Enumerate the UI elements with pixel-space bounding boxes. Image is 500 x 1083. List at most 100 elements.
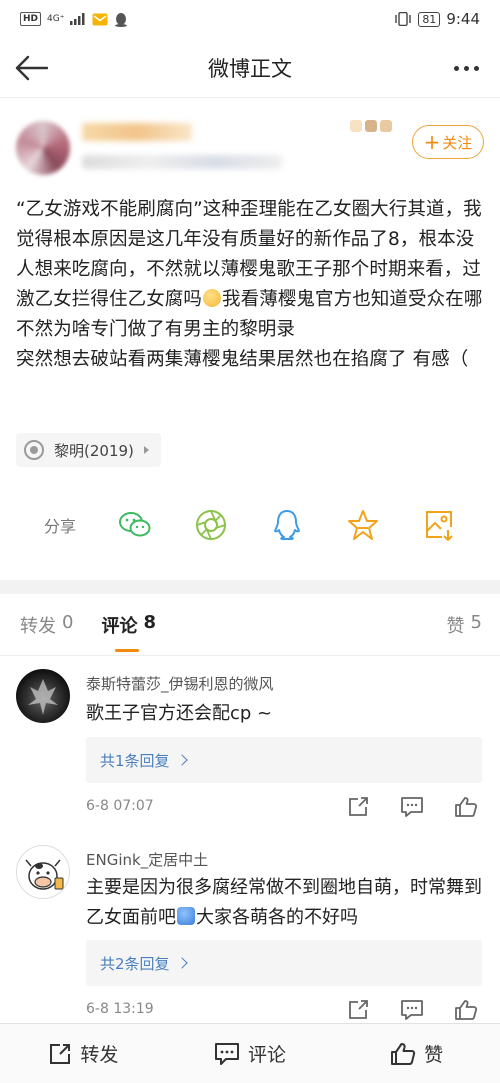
mail-notification-icon <box>92 13 108 25</box>
share-row: 分享 <box>0 503 500 547</box>
post-meta-blurred <box>82 155 282 169</box>
share-wechat-button[interactable] <box>118 508 152 542</box>
commenter-name[interactable]: ENGink_定居中土 <box>86 849 208 870</box>
share-label: 分享 <box>44 517 77 536</box>
more-options-button[interactable] <box>446 50 486 86</box>
more-dot-icon <box>463 65 469 71</box>
status-left: HD 4G⁺ <box>20 12 128 27</box>
like-button[interactable]: 赞 <box>333 1040 500 1067</box>
tab-reposts-label: 转发 <box>20 615 56 637</box>
author-name-blurred[interactable] <box>82 123 192 141</box>
topic-label: 黎明(2019) <box>54 441 134 460</box>
commenter-name[interactable]: 泰斯特蕾莎_伊锡利恩的微风 <box>86 673 274 694</box>
comment-reply-button[interactable] <box>400 998 424 1022</box>
comment-like-button[interactable] <box>454 998 478 1022</box>
author-row: + 关注 <box>16 113 484 177</box>
comment-repost-button[interactable] <box>346 795 370 819</box>
comment-bubble-icon <box>401 797 423 817</box>
thumbs-up-icon <box>455 797 478 817</box>
comment-bubble-icon <box>401 1000 423 1020</box>
vibrate-icon <box>395 12 412 26</box>
thumbs-up-icon <box>391 1042 416 1065</box>
bottom-action-bar: 转发 评论 赞 <box>0 1023 500 1083</box>
save-image-button[interactable] <box>422 508 456 542</box>
moments-aperture-icon <box>196 510 226 540</box>
section-divider <box>0 580 500 594</box>
share-qq-button[interactable] <box>270 508 304 542</box>
tab-reposts-count: 0 <box>62 611 74 633</box>
chevron-right-icon <box>175 957 188 969</box>
comment-reply-button[interactable] <box>400 795 424 819</box>
comment-time: 6-8 07:07 <box>86 798 154 814</box>
comment-item: ENGink_定居中土 主要是因为很多腐经常做不到圈地自萌，时常舞到乙女面前吧大… <box>0 833 500 1023</box>
commenter-avatar[interactable] <box>16 669 70 723</box>
image-download-icon <box>426 511 453 541</box>
comment-repost-button[interactable] <box>346 998 370 1022</box>
comment-actions <box>346 795 478 819</box>
share-out-icon <box>349 797 368 816</box>
comment-text-part: 大家各萌各的不好吗 <box>196 907 358 928</box>
badge-icon <box>365 120 377 132</box>
network-indicator: 4G⁺ <box>47 13 65 24</box>
comment-item: 泰斯特蕾莎_伊锡利恩的微风 歌王子官方还会配cp ~ 共1条回复 6-8 07:… <box>0 657 500 832</box>
status-right: 81 9:44 <box>394 10 480 28</box>
comment-like-button[interactable] <box>454 795 478 819</box>
view-replies-button[interactable]: 共2条回复 <box>86 940 482 986</box>
repost-icon <box>50 1043 71 1064</box>
battery-level: 81 <box>418 11 441 27</box>
topic-tag[interactable]: 黎明(2019) <box>16 433 161 467</box>
comment-button[interactable]: 评论 <box>167 1040 334 1067</box>
badge-icon <box>350 120 362 132</box>
author-badge-decoration <box>350 115 406 137</box>
post-paragraph: 突然想去破站看两集薄樱鬼结果居然也在掐腐了 有感（ <box>16 349 469 370</box>
repost-button[interactable]: 转发 <box>0 1040 167 1067</box>
more-dot-icon <box>473 65 479 71</box>
commenter-avatar[interactable] <box>16 845 70 899</box>
comment-actions <box>346 998 478 1022</box>
replies-label: 共1条回复 <box>100 751 170 770</box>
tab-reposts[interactable]: 转发 0 <box>20 612 73 638</box>
person-emoji-icon <box>177 907 195 925</box>
like-label: 赞 <box>424 1044 444 1066</box>
plus-icon: + <box>423 130 441 154</box>
comment-time: 6-8 13:19 <box>86 1001 154 1017</box>
tab-comments-label: 评论 <box>101 615 138 637</box>
view-replies-button[interactable]: 共1条回复 <box>86 737 482 783</box>
nav-bar: 微博正文 <box>0 38 500 98</box>
tab-likes-count: 5 <box>470 611 482 633</box>
chevron-right-icon <box>175 754 188 766</box>
tab-likes[interactable]: 赞 5 <box>447 612 482 638</box>
tab-comments[interactable]: 评论 8 <box>101 611 156 652</box>
tab-comments-count: 8 <box>143 611 156 633</box>
favorite-button[interactable] <box>346 508 380 542</box>
film-reel-icon <box>24 440 44 460</box>
signal-icon <box>70 13 85 25</box>
tab-likes-label: 赞 <box>446 615 465 637</box>
cow-mascot-icon <box>25 859 64 890</box>
thinking-face-emoji-icon <box>203 289 222 307</box>
repost-label: 转发 <box>80 1044 119 1066</box>
interaction-tabs: 转发 0 评论 8 赞 5 <box>0 594 500 656</box>
post-paragraph: “乙女游戏不能刷腐向”这种歪理能在乙女圈大行其道，我觉得根本原因是这几年没有质量… <box>16 195 486 345</box>
qq-notification-icon <box>115 12 128 27</box>
star-icon <box>348 510 378 540</box>
share-moments-button[interactable] <box>194 508 228 542</box>
page-title: 微博正文 <box>208 56 292 81</box>
post-card: + 关注 “乙女游戏不能刷腐向”这种歪理能在乙女圈大行其道，我觉得根本原因是这几… <box>0 99 500 579</box>
wechat-icon <box>119 512 151 537</box>
comment-text: 歌王子官方还会配cp ~ <box>86 703 273 724</box>
qq-penguin-icon <box>274 510 300 540</box>
follow-button[interactable]: + 关注 <box>412 125 484 159</box>
comment-label: 评论 <box>248 1044 287 1066</box>
author-avatar[interactable] <box>16 121 70 175</box>
chevron-right-icon <box>143 446 149 454</box>
post-body: “乙女游戏不能刷腐向”这种歪理能在乙女圈大行其道，我觉得根本原因是这几年没有质量… <box>16 195 486 375</box>
weibo-post-page: HD 4G⁺ 81 9:44 微博正文 + 关注 “乙女游戏不能刷腐向”这种歪理… <box>0 0 500 1083</box>
share-targets <box>104 508 456 542</box>
back-button[interactable] <box>12 50 50 86</box>
more-dot-icon <box>453 65 459 71</box>
clock: 9:44 <box>446 10 480 28</box>
status-bar: HD 4G⁺ 81 9:44 <box>0 0 500 38</box>
comment-icon <box>215 1042 239 1065</box>
replies-label: 共2条回复 <box>100 954 170 973</box>
